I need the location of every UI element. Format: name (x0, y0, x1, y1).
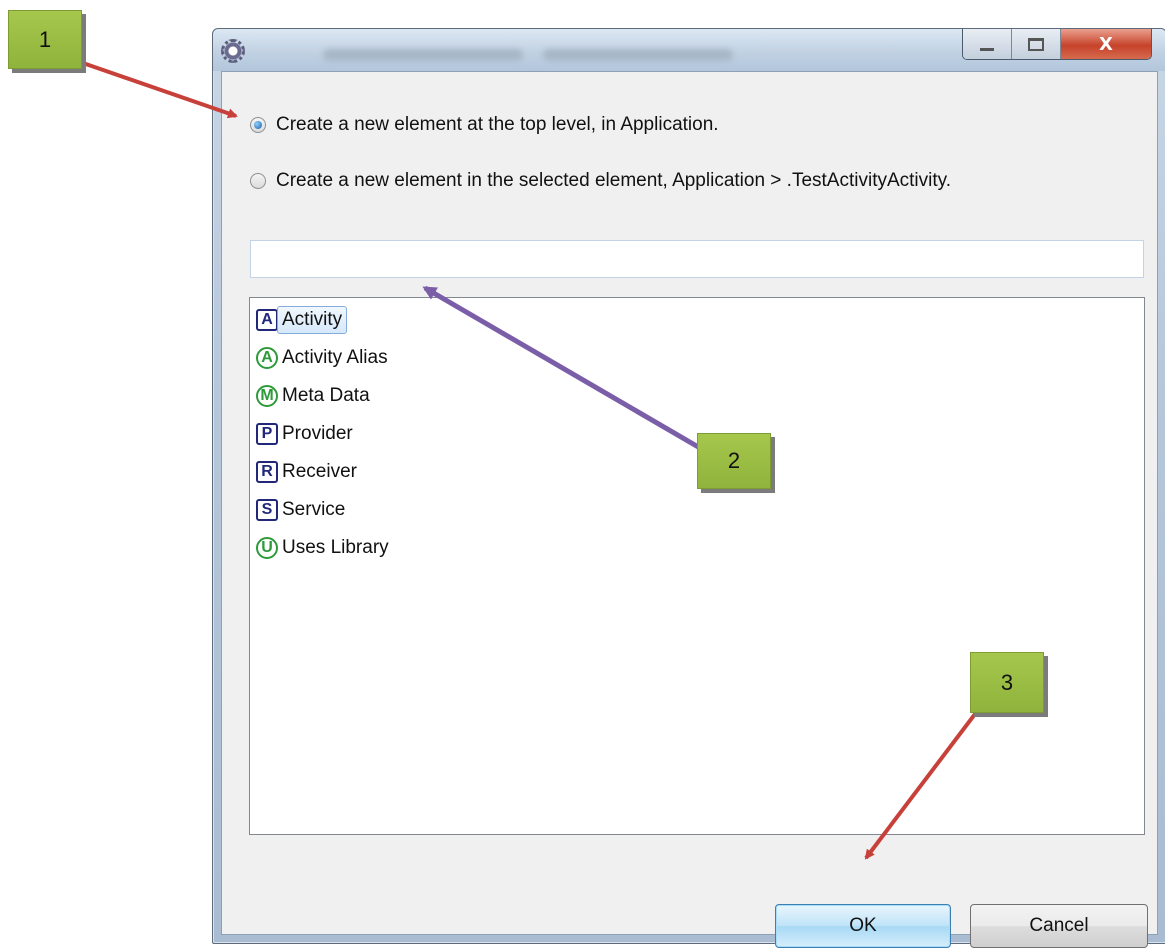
provider-icon: P (256, 423, 278, 445)
radio-top-level-label: Create a new element at the top level, i… (276, 114, 719, 135)
minimize-button[interactable] (963, 29, 1012, 59)
element-type-list[interactable]: A Activity A Activity Alias M Meta Data … (249, 297, 1145, 835)
callout-1: 1 (8, 10, 82, 69)
list-item-label: Service (282, 499, 346, 520)
list-item-label: Receiver (282, 461, 357, 482)
list-item-label: Uses Library (282, 537, 389, 558)
close-button[interactable]: X (1061, 29, 1151, 59)
list-item-label: Meta Data (282, 385, 370, 406)
radio-button-checked[interactable] (250, 117, 266, 133)
ok-button[interactable]: OK (775, 904, 951, 948)
blurred-title-text (323, 49, 523, 61)
list-item-meta-data[interactable]: M Meta Data (256, 377, 1138, 415)
dialog-body: Create a new element at the top level, i… (221, 71, 1158, 948)
uses-library-icon: U (256, 537, 278, 559)
list-item-activity[interactable]: A Activity (256, 301, 1138, 339)
receiver-icon: R (256, 461, 278, 483)
gear-icon (221, 39, 245, 63)
maximize-button[interactable] (1012, 29, 1061, 59)
list-item-label: Provider (282, 423, 353, 444)
list-item-label: Activity Alias (282, 347, 388, 368)
title-bar[interactable]: X (213, 29, 1165, 71)
radio-selected-element-label: Create a new element in the selected ele… (276, 170, 952, 191)
list-item-label: Activity (277, 306, 348, 334)
callout-2: 2 (697, 433, 771, 489)
radio-top-level[interactable]: Create a new element at the top level, i… (250, 114, 719, 136)
list-item-activity-alias[interactable]: A Activity Alias (256, 339, 1138, 377)
cancel-button[interactable]: Cancel (970, 904, 1148, 948)
radio-selected-element[interactable]: Create a new element in the selected ele… (250, 170, 951, 192)
callout-3: 3 (970, 652, 1044, 713)
activity-icon: A (256, 309, 278, 331)
filter-input[interactable] (250, 240, 1144, 278)
window-controls: X (962, 29, 1152, 60)
activity-alias-icon: A (256, 347, 278, 369)
radio-button[interactable] (250, 173, 266, 189)
blurred-title-text (543, 49, 733, 61)
meta-data-icon: M (256, 385, 278, 407)
list-item-service[interactable]: S Service (256, 491, 1138, 529)
list-item-uses-library[interactable]: U Uses Library (256, 529, 1138, 567)
new-element-dialog: X Create a new element at the top level,… (212, 28, 1165, 948)
service-icon: S (256, 499, 278, 521)
